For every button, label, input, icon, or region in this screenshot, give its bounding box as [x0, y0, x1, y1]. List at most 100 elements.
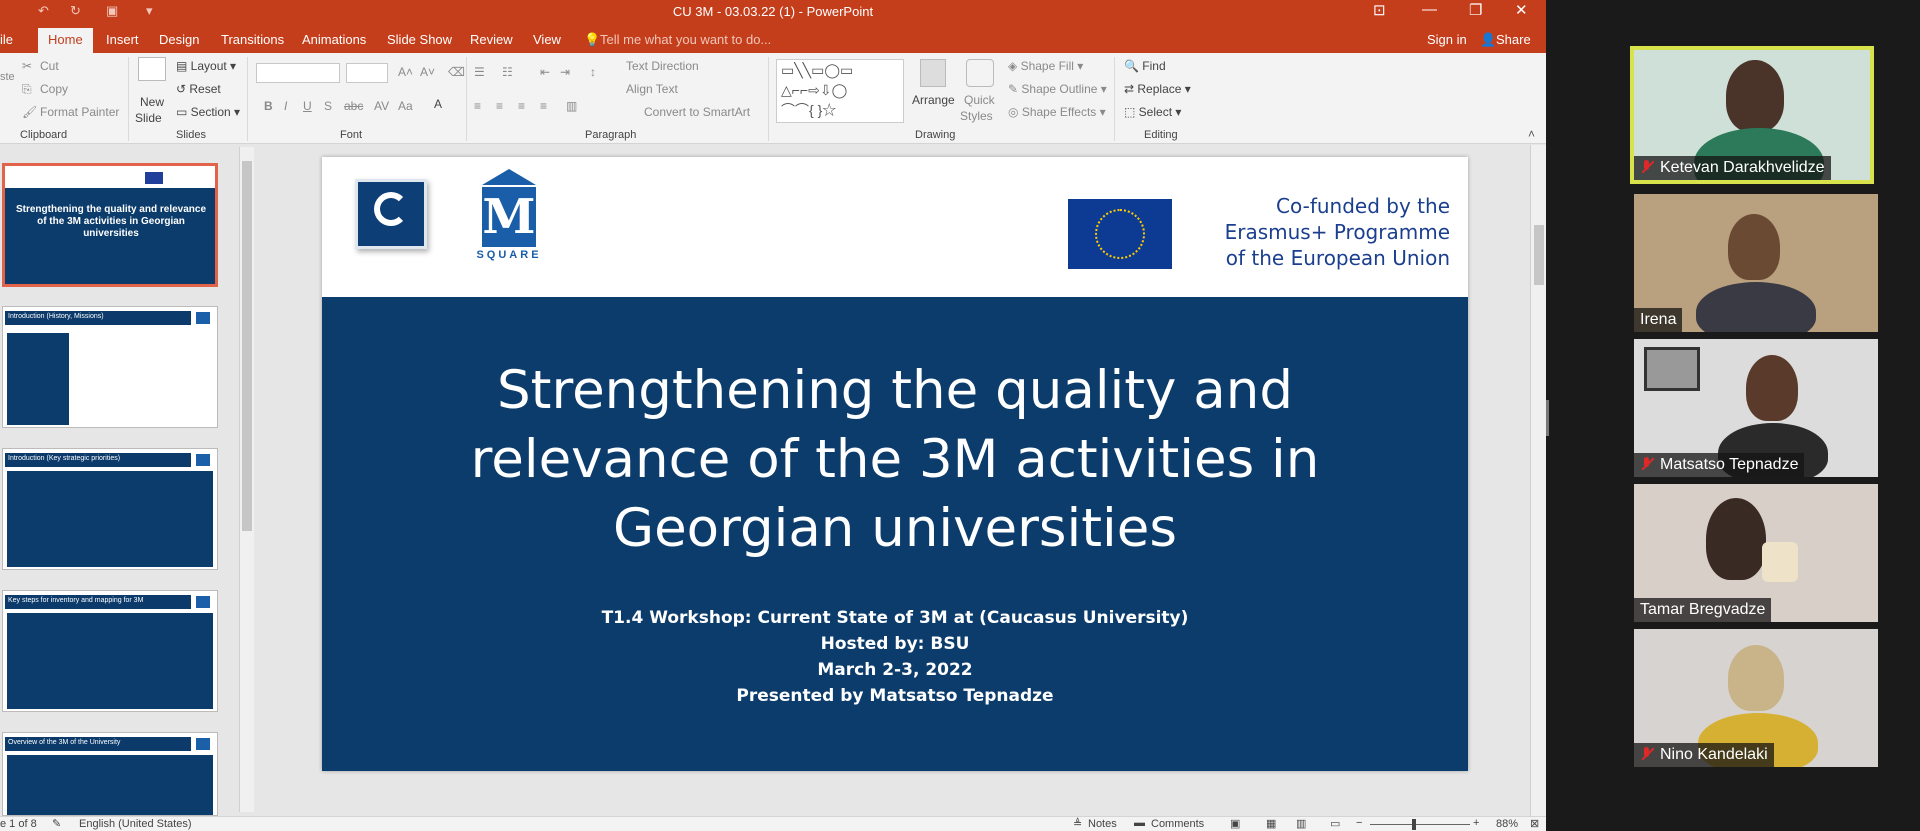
scroll-thumb[interactable]	[1534, 225, 1544, 285]
ribbon-tab-bar: ile Home Insert Design Transitions Anima…	[0, 25, 1546, 53]
layout-button[interactable]: ▤ Layout ▾	[176, 59, 236, 73]
slide-thumbnail-2[interactable]: Introduction (History, Missions)	[2, 306, 218, 428]
shrink-font-icon[interactable]: A˅	[420, 65, 435, 79]
ribbon-display-icon[interactable]: ⊡	[1373, 1, 1386, 19]
slide-thumbnail-3[interactable]: Introduction (Key strategic priorities)	[2, 448, 218, 570]
tab-file[interactable]: ile	[0, 32, 13, 47]
arrange-button[interactable]: Arrange	[912, 93, 955, 107]
restore-icon[interactable]: ❐	[1469, 1, 1482, 19]
share-button[interactable]: Share	[1496, 32, 1531, 47]
shape-effects-button[interactable]: ◎ Shape Effects ▾	[1008, 105, 1106, 119]
font-name-input[interactable]	[256, 63, 340, 83]
section-button[interactable]: ▭ Section ▾	[176, 105, 240, 119]
eu-flag	[1068, 199, 1172, 269]
underline-icon[interactable]: U	[303, 99, 312, 113]
participant-tile-1[interactable]: Ketevan Darakhvelidze	[1630, 46, 1874, 184]
bullets-icon[interactable]: ☰	[474, 65, 485, 79]
shapes-gallery[interactable]: ▭╲╲▭◯▭ △⌐⌐⇨⇩◯ ⌒⌒{ }☆	[776, 59, 904, 123]
spellcheck-icon[interactable]: ✎	[52, 817, 61, 830]
slide-sorter-icon[interactable]: ▦	[1266, 817, 1276, 830]
shadow-icon[interactable]: S	[324, 99, 332, 113]
font-color-icon[interactable]: A	[434, 97, 442, 111]
zoom-out-button[interactable]: −	[1356, 817, 1362, 829]
new-slide-button-line2[interactable]: Slide	[135, 111, 162, 125]
align-right-icon[interactable]: ≡	[518, 99, 525, 113]
increase-indent-icon[interactable]: ⇥	[560, 65, 570, 79]
scroll-thumb[interactable]	[242, 161, 252, 531]
clear-formatting-icon[interactable]: ⌫	[448, 65, 465, 79]
change-case-icon[interactable]: Aa	[398, 99, 413, 113]
quick-styles-button[interactable]: Quick	[964, 93, 995, 107]
decrease-indent-icon[interactable]: ⇤	[540, 65, 550, 79]
font-size-input[interactable]	[346, 63, 388, 83]
tab-slide-show[interactable]: Slide Show	[387, 32, 452, 47]
quick-styles-button-line2[interactable]: Styles	[960, 109, 993, 123]
format-painter-button[interactable]: Format Painter	[40, 105, 119, 119]
comments-icon: ▬	[1134, 817, 1145, 829]
zoom-slider-handle[interactable]	[1412, 819, 1416, 830]
select-button[interactable]: ⬚ Select ▾	[1124, 105, 1181, 119]
numbering-icon[interactable]: ☷	[502, 65, 513, 79]
slide-thumbnail-5[interactable]: Overview of the 3M of the University	[2, 732, 218, 816]
convert-smartart-button[interactable]: Convert to SmartArt	[644, 105, 750, 119]
wall-picture	[1644, 347, 1700, 391]
sign-in-link[interactable]: Sign in	[1427, 32, 1467, 47]
shape-outline-button[interactable]: ✎ Shape Outline ▾	[1008, 82, 1107, 96]
slide-thumbnail-1[interactable]: Strengthening the quality and relevance …	[2, 163, 218, 287]
italic-icon[interactable]: I	[284, 99, 287, 113]
participant-tile-5[interactable]: Nino Kandelaki	[1634, 629, 1878, 767]
find-button[interactable]: 🔍 Find	[1124, 59, 1166, 73]
close-icon[interactable]: ✕	[1515, 1, 1528, 19]
reading-view-icon[interactable]: ▥	[1296, 817, 1306, 830]
grow-font-icon[interactable]: A˄	[398, 65, 413, 79]
comments-button[interactable]: Comments	[1151, 818, 1204, 830]
align-text-button[interactable]: Align Text	[626, 82, 678, 96]
tell-me-input[interactable]: Tell me what you want to do...	[600, 32, 771, 47]
paste-button[interactable]: ste	[0, 71, 15, 83]
strikethrough-icon[interactable]: abc	[344, 99, 363, 113]
tab-insert[interactable]: Insert	[106, 32, 139, 47]
editor-scrollbar[interactable]	[1530, 145, 1546, 816]
language-status[interactable]: English (United States)	[79, 818, 192, 830]
normal-view-icon[interactable]: ▣	[1230, 817, 1240, 830]
participant-tile-2[interactable]: Irena	[1634, 194, 1878, 332]
justify-icon[interactable]: ≡	[540, 99, 547, 113]
slide-title-line-3: Georgian universities	[613, 498, 1177, 559]
participant-tile-4[interactable]: Tamar Bregvadze	[1634, 484, 1878, 622]
notes-button[interactable]: Notes	[1088, 818, 1117, 830]
panel-resize-handle[interactable]	[1546, 400, 1549, 436]
reset-button[interactable]: ↺ Reset	[176, 82, 221, 96]
cut-button[interactable]: Cut	[40, 59, 59, 73]
align-center-icon[interactable]: ≡	[496, 99, 503, 113]
minimize-icon[interactable]: —	[1422, 1, 1437, 18]
copy-button[interactable]: Copy	[40, 82, 68, 96]
tab-design[interactable]: Design	[159, 32, 199, 47]
slideshow-icon[interactable]: ▭	[1330, 817, 1340, 830]
participant-tile-3[interactable]: Matsatso Tepnadze	[1634, 339, 1878, 477]
thumbnail-scrollbar[interactable]	[239, 147, 254, 812]
tab-home[interactable]: Home	[38, 28, 93, 53]
zoom-slider[interactable]	[1370, 824, 1470, 825]
zoom-in-button[interactable]: +	[1473, 817, 1479, 829]
participant-name-label: Matsatso Tepnadze	[1660, 456, 1799, 473]
text-direction-button[interactable]: Text Direction	[626, 59, 699, 73]
tab-review[interactable]: Review	[470, 32, 513, 47]
columns-icon[interactable]: ▥	[566, 99, 577, 113]
line-spacing-icon[interactable]: ↕	[590, 65, 596, 79]
shape-fill-button[interactable]: ◈ Shape Fill ▾	[1008, 59, 1083, 73]
character-spacing-icon[interactable]: AV	[374, 99, 389, 113]
zoom-level[interactable]: 88%	[1496, 818, 1518, 830]
participant-name-1: Ketevan Darakhvelidze	[1634, 156, 1831, 180]
current-slide[interactable]: M SQUARE Co-funded by the Erasmus+ Progr…	[322, 157, 1468, 771]
align-left-icon[interactable]: ≡	[474, 99, 481, 113]
collapse-ribbon-icon[interactable]: ˄	[1528, 127, 1535, 141]
bold-icon[interactable]: B	[264, 99, 273, 113]
fit-slide-icon[interactable]: ⊠	[1530, 817, 1539, 830]
tab-transitions[interactable]: Transitions	[221, 32, 284, 47]
slide-thumbnail-4[interactable]: Key steps for inventory and mapping for …	[2, 590, 218, 712]
new-slide-button[interactable]: New	[140, 95, 164, 109]
tab-animations[interactable]: Animations	[302, 32, 366, 47]
separator	[768, 57, 769, 141]
replace-button[interactable]: ⇄ Replace ▾	[1124, 82, 1191, 96]
tab-view[interactable]: View	[533, 32, 561, 47]
